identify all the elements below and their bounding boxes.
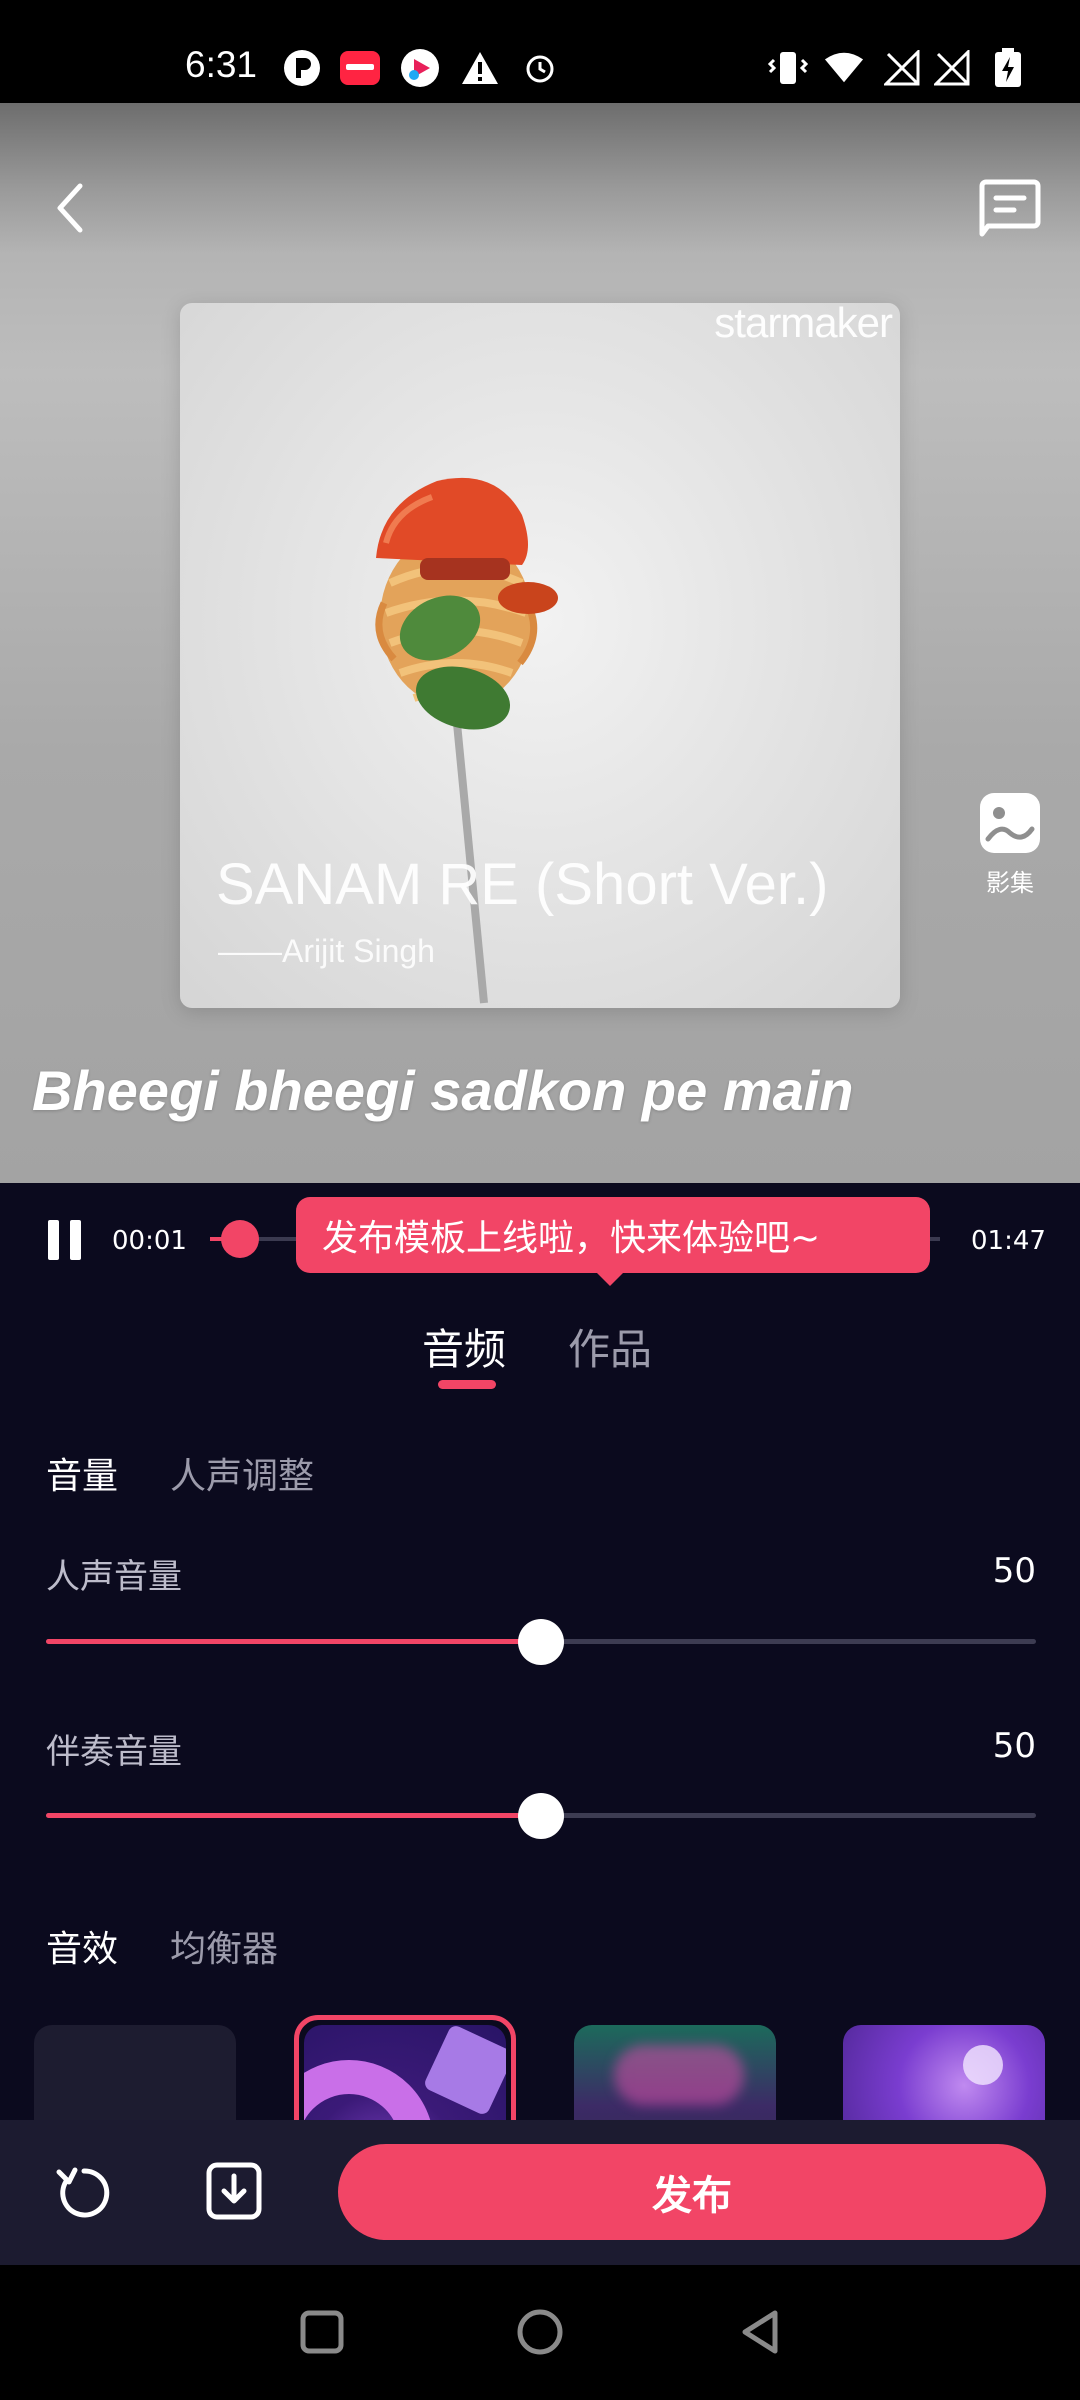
main-tabs: 音频 作品 — [0, 1310, 1080, 1390]
tab-indicator — [438, 1380, 496, 1389]
hero-area: starmaker SANAM RE (Short Ver.) ——Arijit… — [0, 103, 1080, 1183]
current-time: 00:01 — [112, 1226, 187, 1256]
effect-item[interactable] — [574, 2025, 776, 2120]
xiaohongshu-icon — [340, 48, 380, 88]
tab-works[interactable]: 作品 — [568, 1316, 652, 1377]
warning-icon — [460, 48, 500, 88]
accompaniment-volume-value: 50 — [992, 1726, 1036, 1766]
accompaniment-volume-knob[interactable] — [518, 1793, 564, 1839]
status-bar: 6:31 — [0, 0, 1080, 103]
song-artist: ——Arijit Singh — [218, 933, 435, 969]
tab-volume[interactable]: 音量 — [46, 1456, 118, 1497]
accompaniment-volume-label: 伴奏音量 — [46, 1732, 182, 1772]
album-label: 影集 — [986, 869, 1034, 897]
publish-button[interactable]: 发布 — [338, 2144, 1046, 2240]
comment-button[interactable] — [978, 178, 1042, 238]
vocal-volume-value: 50 — [992, 1551, 1036, 1591]
alarm-icon — [520, 48, 560, 88]
tab-audio[interactable]: 音频 — [422, 1316, 506, 1377]
video-app-icon — [400, 48, 440, 88]
vocal-volume-label: 人声音量 — [46, 1557, 182, 1597]
effect-item[interactable] — [304, 2025, 506, 2120]
effect-item[interactable] — [34, 2025, 236, 2120]
vocal-volume-fill — [46, 1639, 541, 1644]
template-tooltip[interactable]: 发布模板上线啦，快来体验吧~ — [296, 1197, 930, 1273]
pause-button[interactable] — [48, 1220, 82, 1260]
album-icon — [980, 793, 1040, 853]
reset-button[interactable] — [55, 2164, 113, 2222]
progress-knob[interactable] — [221, 1220, 259, 1258]
tab-vocal-adjust[interactable]: 人声调整 — [170, 1456, 314, 1497]
back-button[interactable] — [46, 178, 96, 238]
album-cover: starmaker SANAM RE (Short Ver.) ——Arijit… — [180, 303, 900, 1008]
song-title: SANAM RE (Short Ver.) — [216, 852, 829, 917]
tab-effects[interactable]: 音效 — [46, 1929, 118, 1970]
total-time: 01:47 — [971, 1226, 1046, 1256]
no-signal-icon — [932, 48, 972, 88]
p-app-icon — [282, 48, 322, 88]
tab-equalizer[interactable]: 均衡器 — [170, 1929, 278, 1970]
wifi-icon — [824, 48, 864, 88]
lyric-line: Bheegi bheegi sadkon pe main — [32, 1059, 854, 1122]
album-button[interactable]: 影集 — [975, 793, 1045, 898]
effect-item[interactable] — [843, 2025, 1045, 2120]
bottom-action-bar: 发布 — [0, 2120, 1080, 2265]
battery-charging-icon — [988, 48, 1028, 88]
download-button[interactable] — [206, 2162, 262, 2220]
effects-section-tabs: 音效 均衡器 — [46, 1920, 278, 1972]
home-icon[interactable] — [515, 2307, 565, 2357]
vibrate-icon — [768, 48, 808, 88]
no-signal-icon — [882, 48, 922, 88]
effects-list — [0, 2010, 1080, 2120]
recents-icon[interactable] — [297, 2307, 347, 2357]
tooltip-arrow — [596, 1272, 624, 1286]
accompaniment-volume-fill — [46, 1813, 541, 1818]
vocal-volume-knob[interactable] — [518, 1619, 564, 1665]
back-nav-icon[interactable] — [735, 2307, 785, 2357]
volume-section-tabs: 音量 人声调整 — [46, 1447, 314, 1499]
navigation-bar — [0, 2265, 1080, 2400]
status-time: 6:31 — [185, 44, 258, 85]
